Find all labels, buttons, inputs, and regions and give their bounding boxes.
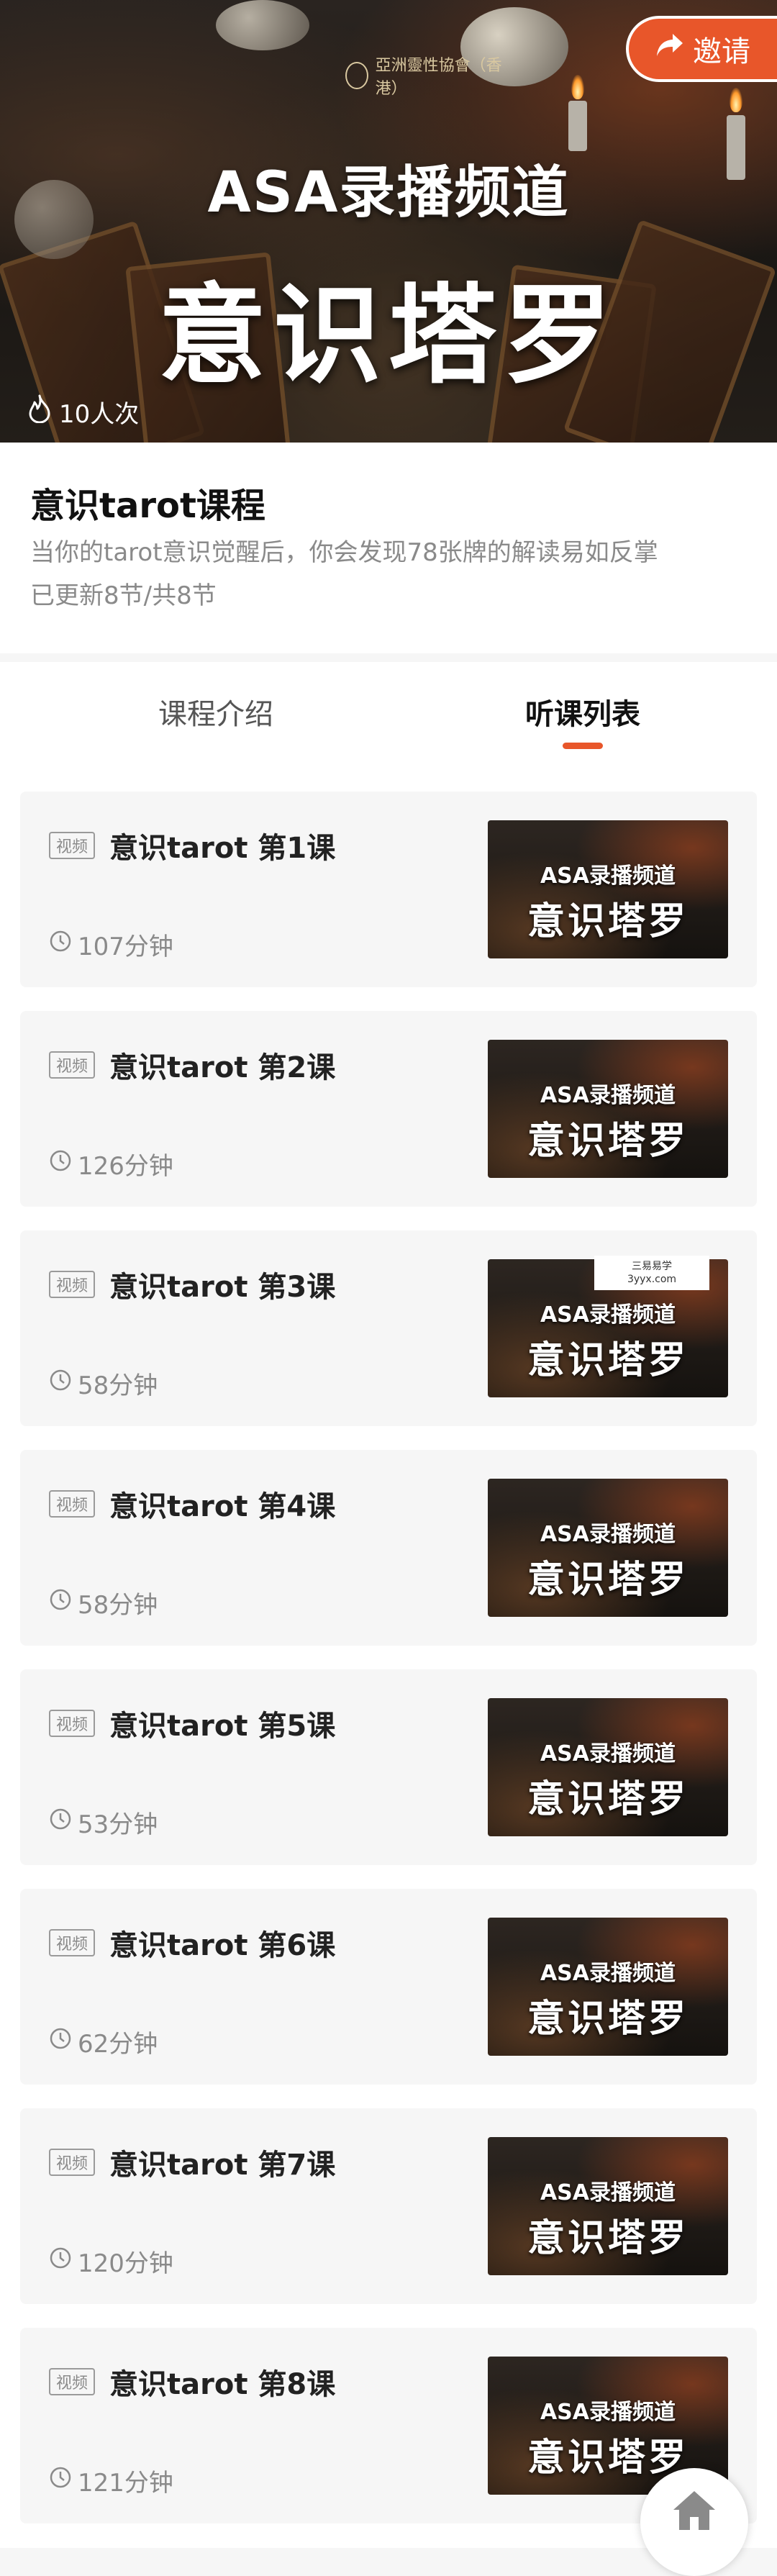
lesson-duration: 62分钟 (49, 2024, 158, 2059)
thumbnail-title-line2: 意识塔罗 (527, 1778, 689, 1821)
lesson-duration: 58分钟 (49, 1585, 158, 1620)
crystal-decoration (216, 0, 309, 50)
thumbnail-title-line2: 意识塔罗 (527, 1997, 689, 2041)
thumbnail-title-line1: ASA录播频道 (540, 2400, 676, 2425)
video-tag: 视频 (49, 2368, 95, 2395)
lesson-item[interactable]: 视频 意识tarot 第4课 58分钟 ASA录播频道 意识塔罗 (20, 1450, 757, 1646)
thumbnail-title-line1: ASA录播频道 (540, 1741, 676, 1767)
lesson-item[interactable]: 视频 意识tarot 第1课 107分钟 ASA录播频道 意识塔罗 (20, 792, 757, 987)
active-tab-indicator (563, 743, 603, 749)
tab-lesson-list[interactable]: 听课列表 (439, 691, 727, 733)
lesson-thumbnail: ASA录播频道 意识塔罗 (488, 1918, 728, 2056)
tab-bar: 课程介绍 听课列表 (0, 662, 777, 756)
lesson-duration-text: 62分钟 (78, 2030, 158, 2059)
thumbnail-title-line1: ASA录播频道 (540, 1961, 676, 1986)
video-tag: 视频 (49, 1710, 95, 1737)
thumbnail-title-line1: ASA录播频道 (540, 1302, 676, 1328)
lesson-thumbnail: ASA录播频道 意识塔罗 (488, 1040, 728, 1178)
lesson-item[interactable]: 视频 意识tarot 第6课 62分钟 ASA录播频道 意识塔罗 (20, 1889, 757, 2085)
lesson-duration: 121分钟 (49, 2463, 173, 2498)
lesson-title: 意识tarot 第1课 (109, 832, 336, 865)
lesson-title: 意识tarot 第7课 (109, 2149, 336, 2182)
course-progress: 已更新8节/共8节 (30, 581, 217, 610)
lesson-item[interactable]: 视频 意识tarot 第7课 120分钟 ASA录播频道 意识塔罗 (20, 2108, 757, 2304)
watermark-line2: 3yyx.com (627, 1274, 677, 1285)
lesson-title: 意识tarot 第2课 (109, 1051, 336, 1084)
lesson-duration: 120分钟 (49, 2244, 173, 2279)
video-tag: 视频 (49, 1051, 95, 1079)
lesson-duration-text: 120分钟 (78, 2249, 173, 2278)
seal-text: 亞洲靈性協會（香港） (375, 57, 502, 98)
lesson-duration-text: 107分钟 (78, 933, 173, 961)
lesson-duration-text: 126分钟 (78, 1152, 173, 1181)
lesson-item[interactable]: 视频 意识tarot 第8课 121分钟 ASA录播频道 意识塔罗 (20, 2328, 757, 2523)
thumbnail-title-line1: ASA录播频道 (540, 2180, 676, 2205)
view-count: 10人次 (27, 394, 139, 430)
tab-course-intro[interactable]: 课程介绍 (72, 691, 360, 733)
invite-button[interactable]: 邀请 (626, 16, 777, 82)
clock-icon (49, 1149, 72, 1179)
course-banner: 亞洲靈性協會（香港） ASA录播频道 意识塔罗 10人次 邀请 (0, 0, 777, 443)
candle-flame (730, 88, 742, 112)
lesson-item[interactable]: 视频 意识tarot 第5课 53分钟 ASA录播频道 意识塔罗 (20, 1669, 757, 1865)
video-tag: 视频 (49, 1490, 95, 1518)
lesson-duration-text: 58分钟 (78, 1591, 158, 1620)
thumbnail-title-line2: 意识塔罗 (527, 1559, 689, 1602)
course-description: 当你的tarot意识觉醒后，你会发现78张牌的解读易如反掌 (30, 538, 658, 567)
lesson-title: 意识tarot 第4课 (109, 1490, 336, 1523)
lesson-duration: 126分钟 (49, 1146, 173, 1182)
thumbnail-title-line2: 意识塔罗 (527, 2217, 689, 2260)
thumbnail-title-line2: 意识塔罗 (527, 900, 689, 943)
lesson-duration-text: 53分钟 (78, 1810, 158, 1839)
lesson-thumbnail: ASA录播频道 意识塔罗 (488, 2137, 728, 2275)
thumbnail-title-line1: ASA录播频道 (540, 1083, 676, 1108)
lesson-thumbnail: ASA录播频道 意识塔罗 (488, 820, 728, 958)
watermark-line1: 三易易学 (632, 1261, 672, 1272)
clock-icon (49, 2246, 72, 2276)
clock-icon (49, 1588, 72, 1618)
thumbnail-title-line2: 意识塔罗 (527, 1339, 689, 1382)
home-icon (671, 2488, 718, 2534)
share-arrow-icon (655, 32, 684, 65)
clock-icon (49, 2466, 72, 2495)
banner-title-line1: ASA录播频道 (207, 160, 570, 225)
clock-icon (49, 1808, 72, 1837)
clock-icon (49, 2027, 72, 2056)
course-title: 意识tarot课程 (30, 486, 265, 526)
candle-flame (571, 75, 584, 99)
invite-label: 邀请 (693, 35, 750, 68)
lesson-title: 意识tarot 第6课 (109, 1929, 336, 1962)
video-tag: 视频 (49, 832, 95, 859)
clock-icon (49, 1369, 72, 1398)
lesson-title: 意识tarot 第5课 (109, 1710, 336, 1743)
lesson-thumbnail: ASA录播频道 意识塔罗 (488, 1698, 728, 1836)
lesson-duration: 107分钟 (49, 927, 173, 962)
lesson-title: 意识tarot 第8课 (109, 2368, 336, 2401)
video-tag: 视频 (49, 2149, 95, 2176)
lesson-duration: 53分钟 (49, 1805, 158, 1840)
lesson-duration-text: 58分钟 (78, 1371, 158, 1400)
lesson-item[interactable]: 视频 意识tarot 第2课 126分钟 ASA录播频道 意识塔罗 (20, 1011, 757, 1207)
video-tag: 视频 (49, 1271, 95, 1298)
course-info: 意识tarot课程 当你的tarot意识觉醒后，你会发现78张牌的解读易如反掌 … (0, 443, 777, 653)
lesson-thumbnail: ASA录播频道 意识塔罗 (488, 1479, 728, 1617)
video-tag: 视频 (49, 1929, 95, 1956)
view-count-text: 10人次 (59, 400, 140, 429)
seal-emblem-icon (345, 62, 368, 89)
thumbnail-title-line2: 意识塔罗 (527, 1120, 689, 1163)
candle-decoration (568, 101, 587, 151)
lesson-duration: 58分钟 (49, 1366, 158, 1401)
thumbnail-title-line1: ASA录播频道 (540, 1522, 676, 1547)
flame-icon (27, 394, 52, 430)
thumbnail-title-line1: ASA录播频道 (540, 863, 676, 889)
clock-icon (49, 930, 72, 959)
banner-title-line2: 意识塔罗 (158, 273, 619, 399)
home-button[interactable] (640, 2468, 748, 2576)
site-watermark: 三易易学 3yyx.com (594, 1256, 709, 1290)
association-seal: 亞洲靈性協會（香港） (345, 57, 504, 98)
lesson-title: 意识tarot 第3课 (109, 1271, 336, 1304)
lesson-duration-text: 121分钟 (78, 2469, 173, 2498)
